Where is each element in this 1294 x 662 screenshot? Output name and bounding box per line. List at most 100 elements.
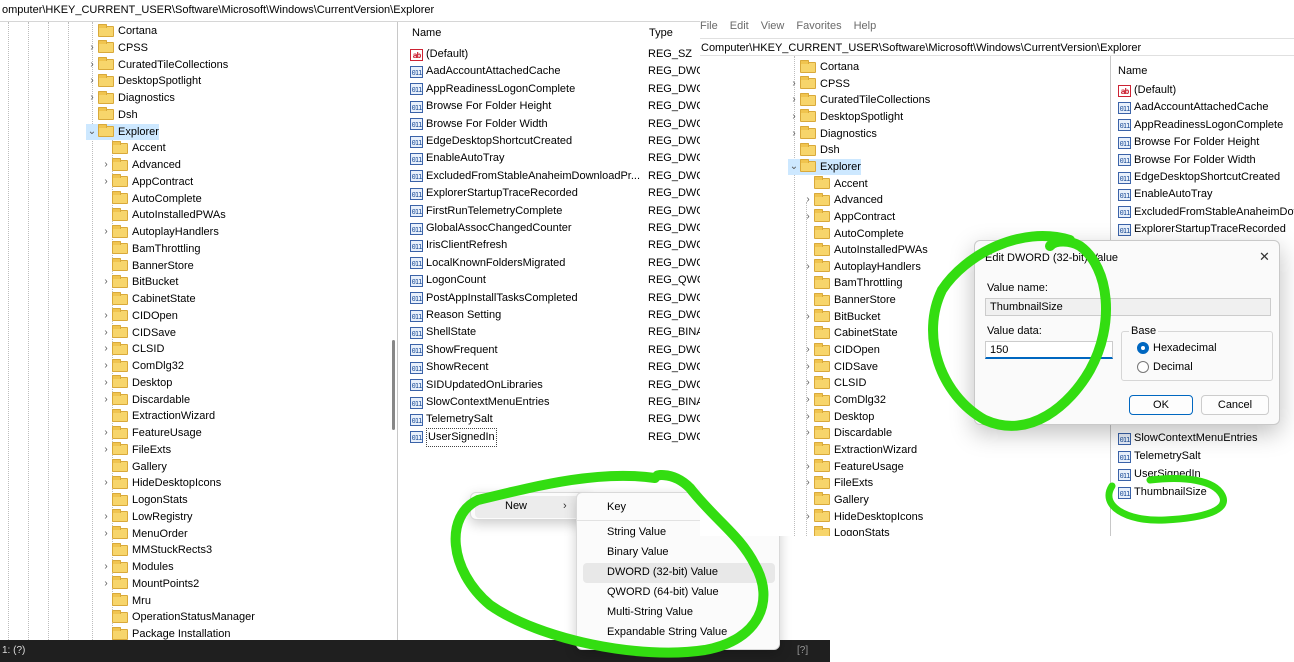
value-row[interactable]: 011 AppReadinessLogonComplete: [410, 81, 575, 98]
chevron-right-icon[interactable]: ›: [100, 358, 112, 374]
submenu-item-expandable-string-value[interactable]: Expandable String Value: [607, 626, 727, 638]
value-row[interactable]: 011 ExcludedFromStableAnaheimDownloadPr..…: [410, 168, 640, 185]
tree-item-diagnostics[interactable]: › Diagnostics: [86, 90, 175, 106]
value-row[interactable]: 011 ShellState: [410, 324, 476, 341]
menu-view[interactable]: View: [761, 20, 785, 32]
radio-decimal[interactable]: [1137, 361, 1149, 373]
address-bar[interactable]: omputer\HKEY_CURRENT_USER\Software\Micro…: [0, 0, 705, 22]
tree-item-cidsave[interactable]: › CIDSave: [802, 359, 878, 375]
chevron-right-icon[interactable]: ›: [100, 576, 112, 592]
tree-item-appcontract[interactable]: › AppContract: [100, 174, 193, 190]
value-row[interactable]: 011 GlobalAssocChangedCounter: [410, 220, 572, 237]
tree-item-mmstuckrects3[interactable]: MMStuckRects3: [100, 542, 212, 558]
chevron-right-icon[interactable]: ›: [100, 274, 112, 290]
chevron-right-icon[interactable]: ›: [100, 174, 112, 190]
tree-item-logonstats[interactable]: LogonStats: [802, 525, 890, 536]
value-row[interactable]: 011 TelemetrySalt: [410, 411, 493, 428]
tree-item-discardable[interactable]: › Discardable: [100, 392, 190, 408]
value-row[interactable]: 011 Browse For Folder Width: [1118, 152, 1256, 169]
value-row[interactable]: 011 EnableAutoTray: [410, 150, 504, 167]
chevron-right-icon[interactable]: ›: [788, 76, 800, 92]
value-row[interactable]: 011 AadAccountAttachedCache: [1118, 99, 1269, 116]
tree-item-featureusage[interactable]: › FeatureUsage: [802, 459, 904, 475]
menu-help[interactable]: Help: [854, 20, 877, 32]
value-data-field[interactable]: 150: [985, 341, 1113, 359]
chevron-right-icon[interactable]: ›: [100, 325, 112, 341]
value-row[interactable]: 011 EdgeDesktopShortcutCreated: [410, 133, 572, 150]
chevron-right-icon[interactable]: ›: [802, 192, 814, 208]
tree-item-cortana[interactable]: Cortana: [788, 59, 859, 75]
tree-item-appcontract[interactable]: › AppContract: [802, 209, 895, 225]
menu-file[interactable]: File: [700, 20, 718, 32]
tree-item-bitbucket[interactable]: › BitBucket: [100, 274, 178, 290]
chevron-right-icon[interactable]: ›: [100, 509, 112, 525]
chevron-right-icon[interactable]: ›: [100, 425, 112, 441]
tree-item-mru[interactable]: Mru: [100, 593, 151, 609]
tree-item-fileexts[interactable]: › FileExts: [802, 475, 873, 491]
value-row[interactable]: 011 SlowContextMenuEntries: [1118, 430, 1258, 447]
value-row[interactable]: 011 UserSignedIn: [1118, 466, 1201, 483]
menu-edit[interactable]: Edit: [730, 20, 749, 32]
value-row[interactable]: 011 FirstRunTelemetryComplete: [410, 203, 562, 220]
chevron-right-icon[interactable]: ›: [100, 308, 112, 324]
tree-item-extractionwizard[interactable]: ExtractionWizard: [802, 442, 917, 458]
tree-item-featureusage[interactable]: › FeatureUsage: [100, 425, 202, 441]
tree-item-cidopen[interactable]: › CIDOpen: [100, 308, 178, 324]
value-row[interactable]: 011 ShowFrequent: [410, 342, 498, 359]
tree-item-modules[interactable]: › Modules: [100, 559, 174, 575]
chevron-right-icon[interactable]: ›: [86, 40, 98, 56]
chevron-right-icon[interactable]: ›: [802, 259, 814, 275]
value-row[interactable]: 011 PostAppInstallTasksCompleted: [410, 290, 578, 307]
tree-item-gallery[interactable]: Gallery: [100, 459, 167, 475]
value-row[interactable]: 011 Browse For Folder Height: [1118, 134, 1259, 151]
tree-item-accent[interactable]: Accent: [100, 140, 166, 156]
ok-button[interactable]: OK: [1129, 395, 1193, 415]
value-row[interactable]: ab (Default): [1118, 82, 1176, 99]
column-header-name-2[interactable]: Name: [1118, 65, 1147, 77]
tree-item-lowregistry[interactable]: › LowRegistry: [100, 509, 193, 525]
tree-item-bamthrottling[interactable]: BamThrottling: [100, 241, 200, 257]
chevron-right-icon[interactable]: ›: [802, 475, 814, 491]
value-row[interactable]: 011 AppReadinessLogonComplete: [1118, 117, 1283, 134]
submenu-item-binary-value[interactable]: Binary Value: [607, 546, 669, 558]
tree-item-extractionwizard[interactable]: ExtractionWizard: [100, 408, 215, 424]
chevron-right-icon[interactable]: ›: [100, 526, 112, 542]
tree-item-fileexts[interactable]: › FileExts: [100, 442, 171, 458]
column-header-type[interactable]: Type: [649, 27, 673, 39]
tree-item-logonstats[interactable]: LogonStats: [100, 492, 188, 508]
tree-item-dsh[interactable]: Dsh: [86, 107, 138, 123]
submenu-item-key[interactable]: Key: [607, 501, 626, 513]
menu-favorites[interactable]: Favorites: [796, 20, 841, 32]
tree-item-mountpoints2[interactable]: › MountPoints2: [100, 576, 199, 592]
tree-item-curatedtilecollections[interactable]: › CuratedTileCollections: [86, 57, 228, 73]
chevron-down-icon[interactable]: ⌄: [86, 124, 98, 140]
tree-item-cortana[interactable]: Cortana: [86, 23, 157, 39]
value-row[interactable]: 011 LocalKnownFoldersMigrated: [410, 255, 565, 272]
value-row[interactable]: 011 UserSignedIn: [410, 427, 497, 447]
value-row[interactable]: 011 LogonCount: [410, 272, 486, 289]
value-row[interactable]: 011 Browse For Folder Width: [410, 116, 548, 133]
value-row[interactable]: 011 TelemetrySalt: [1118, 448, 1201, 465]
tree-item-desktopspotlight[interactable]: › DesktopSpotlight: [788, 109, 903, 125]
tree-item-cidsave[interactable]: › CIDSave: [100, 325, 176, 341]
value-row[interactable]: 011 IrisClientRefresh: [410, 237, 507, 254]
chevron-right-icon[interactable]: ›: [100, 224, 112, 240]
tree-item-clsid[interactable]: › CLSID: [802, 375, 866, 391]
chevron-right-icon[interactable]: ›: [802, 359, 814, 375]
chevron-right-icon[interactable]: ›: [100, 559, 112, 575]
chevron-down-icon[interactable]: ⌄: [788, 159, 800, 175]
tree-item-discardable[interactable]: › Discardable: [802, 425, 892, 441]
chevron-right-icon[interactable]: ›: [100, 375, 112, 391]
tree-item-bannerstore[interactable]: BannerStore: [100, 258, 194, 274]
tree-item-desktopspotlight[interactable]: › DesktopSpotlight: [86, 73, 201, 89]
chevron-right-icon[interactable]: ›: [802, 459, 814, 475]
chevron-right-icon[interactable]: ›: [802, 342, 814, 358]
tree-item-bamthrottling[interactable]: BamThrottling: [802, 275, 902, 291]
tree-item-gallery[interactable]: Gallery: [802, 492, 869, 508]
value-row[interactable]: 011 Reason Setting: [410, 307, 501, 324]
value-row[interactable]: 011 EnableAutoTray: [1118, 186, 1212, 203]
tree-item-hidedesktopicons[interactable]: › HideDesktopIcons: [802, 509, 923, 525]
chevron-right-icon[interactable]: ›: [86, 90, 98, 106]
tree-item-autocomplete[interactable]: AutoComplete: [100, 191, 202, 207]
tree-item-explorer[interactable]: ⌄ Explorer: [788, 158, 861, 175]
